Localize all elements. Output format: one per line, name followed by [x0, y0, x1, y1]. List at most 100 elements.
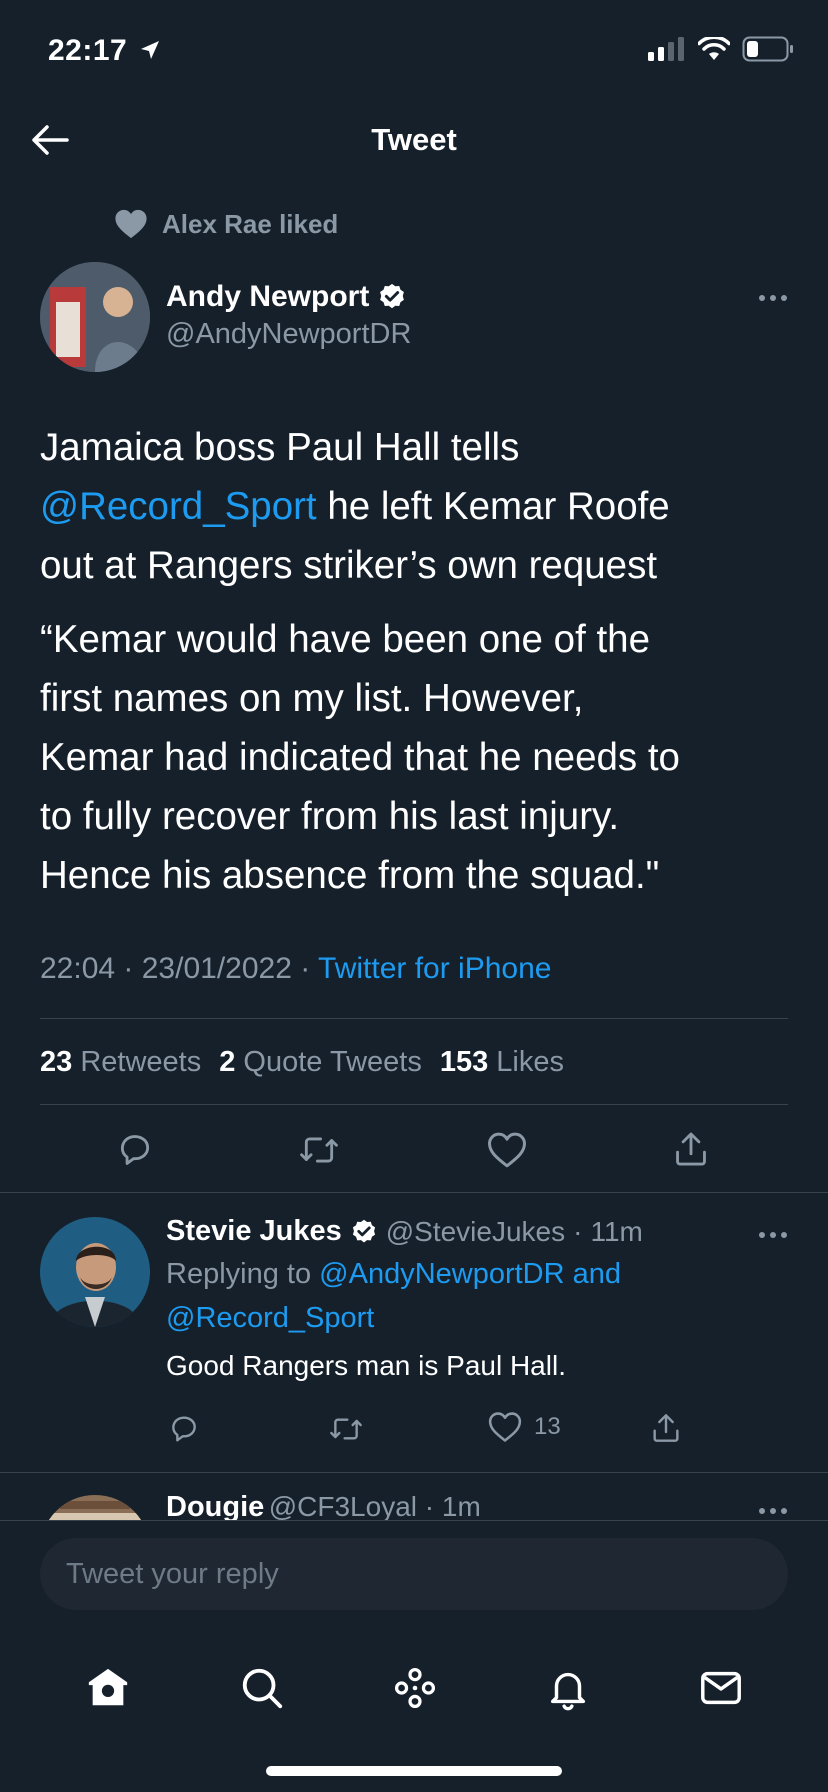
more-icon [759, 1232, 787, 1238]
reply-share-button[interactable] [648, 1409, 684, 1447]
tweet-line-rest: he left Kemar Roofe [316, 485, 670, 528]
signal-icon [648, 37, 684, 61]
tab-spaces[interactable] [392, 1665, 438, 1716]
status-indicators [648, 36, 794, 62]
bottom-tab-bar [0, 1640, 828, 1740]
reply-icon [120, 1135, 150, 1165]
status-time: 22:17 [48, 34, 162, 68]
reply-like-button[interactable]: 13 [488, 1411, 561, 1443]
spaces-icon [394, 1667, 435, 1708]
tab-search[interactable] [239, 1665, 285, 1716]
replying-to-link[interactable]: @Record_Sport [166, 1302, 374, 1334]
share-icon [653, 1414, 679, 1442]
tweet-meta: 22:04 · 23/01/2022 · Twitter for iPhone [40, 952, 551, 986]
tweet-more-button[interactable] [758, 290, 788, 308]
tweet-quote: “Kemar would have been one of the first … [40, 610, 800, 905]
more-icon [759, 295, 787, 301]
tweet-source-link[interactable]: Twitter for iPhone [318, 952, 551, 985]
retweets-stat[interactable]: 23 Retweets [40, 1046, 201, 1079]
reply-tweet[interactable]: Dougie @CF3Loyal · 1m [0, 1473, 828, 1521]
reply-more-button[interactable] [758, 1503, 788, 1521]
author-name-line: Andy Newport [166, 280, 411, 314]
reply-reply-button[interactable] [166, 1411, 202, 1447]
home-icon [88, 1668, 127, 1705]
author-avatar[interactable] [40, 262, 150, 372]
quote-line: “Kemar would have been one of the [40, 618, 650, 661]
bell-icon [551, 1672, 586, 1710]
author-info[interactable]: Andy Newport @AndyNewportDR [166, 280, 411, 351]
likes-stat[interactable]: 153 Likes [440, 1046, 564, 1079]
tweet-line: Jamaica boss Paul Hall tells [40, 426, 520, 469]
reply-retweet-button[interactable] [326, 1411, 366, 1447]
heart-outline-icon [488, 1132, 526, 1168]
avatar-image [40, 1217, 150, 1327]
retweets-count: 23 [40, 1046, 73, 1078]
reply-age: 11m [590, 1215, 643, 1247]
reply-separator: · [573, 1215, 583, 1247]
meta-separator: · [291, 952, 319, 985]
author-handle: @AndyNewportDR [166, 318, 412, 350]
divider [0, 1520, 828, 1521]
heart-outline-icon [488, 1412, 522, 1442]
replying-to-link[interactable]: @AndyNewportDR and [319, 1258, 621, 1290]
quote-line: Kemar had indicated that he needs to [40, 736, 680, 779]
divider [40, 1104, 788, 1105]
tweet-time: 22:04 [40, 952, 116, 985]
share-button[interactable] [666, 1126, 716, 1172]
reply-author-name[interactable]: Dougie [166, 1491, 264, 1521]
reply-more-button[interactable] [758, 1227, 788, 1245]
verified-badge-icon [352, 1219, 375, 1242]
reply-separator: · [417, 1491, 442, 1521]
tab-messages[interactable] [698, 1665, 744, 1716]
meta-separator: · [115, 952, 142, 985]
mail-icon [701, 1671, 742, 1704]
quotes-label: Quote Tweets [243, 1046, 422, 1078]
quotes-stat[interactable]: 2 Quote Tweets [219, 1046, 422, 1079]
reply-author-handle: @StevieJukes [385, 1215, 566, 1247]
reply-button[interactable] [110, 1128, 160, 1172]
avatar-image [40, 262, 150, 372]
reply-name-line: Dougie @CF3Loyal · 1m [166, 1491, 481, 1521]
composer-placeholder: Tweet your reply [66, 1557, 279, 1590]
status-time-text: 22:17 [48, 34, 128, 67]
tweet-line: out at Rangers striker’s own request [40, 544, 658, 587]
search-icon [242, 1668, 282, 1708]
likes-count: 153 [439, 1046, 489, 1078]
reply-avatar[interactable] [40, 1217, 150, 1327]
like-button[interactable] [482, 1128, 532, 1172]
retweet-button[interactable] [294, 1128, 344, 1172]
social-context-text: Alex Rae liked [162, 208, 339, 239]
heart-filled-icon [115, 209, 147, 239]
reply-author-handle: @CF3Loyal [268, 1491, 417, 1521]
reply-icon [172, 1416, 196, 1442]
reply-like-count: 13 [534, 1413, 561, 1440]
reply-age: 1m [441, 1491, 481, 1521]
wifi-icon [698, 37, 730, 60]
likes-label: Likes [496, 1046, 564, 1078]
battery-icon [742, 36, 793, 62]
tab-home[interactable] [84, 1665, 132, 1716]
verified-badge-icon [380, 283, 405, 309]
tweet-body: Jamaica boss Paul Hall tells @Record_Spo… [40, 418, 800, 595]
tweet-stats: 23 Retweets 2 Quote Tweets 153 Likes [40, 1046, 564, 1079]
reply-tweet[interactable]: Stevie Jukes @StevieJukes · 11m Replying… [0, 1193, 828, 1473]
location-arrow-icon [141, 41, 160, 59]
mention-link[interactable]: @Record_Sport [40, 485, 317, 528]
tweet-date: 23/01/2022 [141, 952, 292, 985]
more-icon [759, 1508, 787, 1514]
quote-line: to fully recover from his last injury. [40, 795, 620, 838]
social-context[interactable]: Alex Rae liked [114, 208, 338, 240]
reply-name-line: Stevie Jukes @StevieJukes · 11m [166, 1215, 766, 1248]
quote-line: Hence his absence from the squad." [40, 854, 660, 897]
home-indicator[interactable] [266, 1766, 562, 1776]
reply-avatar[interactable] [40, 1495, 150, 1521]
reply-author-name[interactable]: Stevie Jukes [166, 1215, 342, 1248]
tab-notifications[interactable] [545, 1665, 591, 1716]
replying-to-prefix: Replying to [166, 1258, 312, 1290]
reply-composer[interactable]: Tweet your reply [40, 1538, 788, 1610]
quote-line: first names on my list. However, [40, 677, 584, 720]
avatar-image [40, 1495, 150, 1521]
quotes-count: 2 [219, 1046, 236, 1078]
retweet-icon [300, 1137, 338, 1163]
reply-content: Stevie Jukes @StevieJukes · 11m Replying… [166, 1215, 766, 1382]
